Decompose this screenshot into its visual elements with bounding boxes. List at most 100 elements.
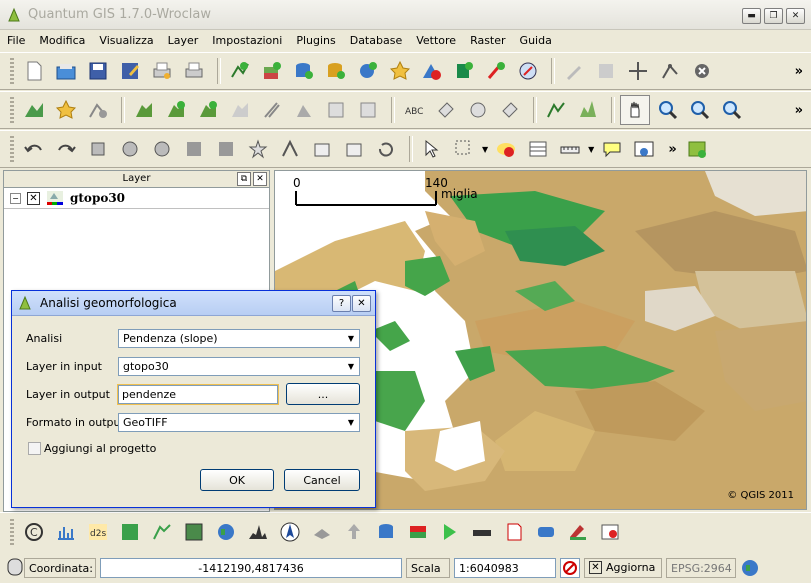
shape-9-icon[interactable] xyxy=(340,135,368,163)
status-mouse-icon[interactable] xyxy=(6,557,24,577)
raster-terrain-icon[interactable] xyxy=(180,518,208,546)
measure-icon[interactable] xyxy=(556,135,584,163)
add-polygon-icon[interactable] xyxy=(130,96,158,124)
merge-features-icon[interactable] xyxy=(290,96,318,124)
add-raster-icon[interactable] xyxy=(258,57,286,85)
move-feature-icon[interactable] xyxy=(624,57,652,85)
chevron-down-icon[interactable]: ▼ xyxy=(345,360,357,373)
add-spatialite-icon[interactable] xyxy=(322,57,350,85)
menu-modifica[interactable]: Modifica xyxy=(32,31,92,51)
toggle-editing-icon[interactable] xyxy=(560,57,588,85)
add-wfs-icon[interactable] xyxy=(450,57,478,85)
oracle-georaster-icon[interactable] xyxy=(532,518,560,546)
print-icon[interactable] xyxy=(180,57,208,85)
toolbar-grip[interactable] xyxy=(10,58,14,84)
menu-vettore[interactable]: Vettore xyxy=(409,31,463,51)
save-as-icon[interactable] xyxy=(116,57,144,85)
split-features-icon[interactable] xyxy=(258,96,286,124)
copyright-plugin-icon[interactable]: C xyxy=(20,518,48,546)
rotate-label-icon[interactable] xyxy=(464,96,492,124)
zoom-in-icon[interactable] xyxy=(654,96,682,124)
label-icon[interactable]: ABC xyxy=(400,96,428,124)
pan-hand-icon[interactable] xyxy=(620,95,650,125)
minimize-button[interactable]: ▬ xyxy=(742,8,761,24)
toolbar-overflow-icon[interactable]: » xyxy=(795,64,803,79)
delete-feature-icon[interactable] xyxy=(688,57,716,85)
shape-4-icon[interactable] xyxy=(180,135,208,163)
add-postgis-icon[interactable] xyxy=(290,57,318,85)
identify-icon[interactable] xyxy=(418,135,446,163)
reshape-icon[interactable] xyxy=(354,96,382,124)
simplify-icon[interactable] xyxy=(226,96,254,124)
dxf-icon[interactable] xyxy=(436,518,464,546)
add-wms-icon[interactable] xyxy=(354,57,382,85)
epsg-label[interactable]: EPSG:2964 xyxy=(666,557,736,578)
menu-guida[interactable]: Guida xyxy=(513,31,559,51)
layer-item[interactable]: − ✕ gtopo30 xyxy=(4,188,269,209)
add-line-icon[interactable] xyxy=(84,96,112,124)
move-label-icon[interactable] xyxy=(432,96,460,124)
spit-icon[interactable] xyxy=(372,518,400,546)
add-point-icon[interactable] xyxy=(52,96,80,124)
output-layer-field[interactable]: pendenze xyxy=(117,384,279,405)
menu-layer[interactable]: Layer xyxy=(161,31,206,51)
bar-chart-plugin-icon[interactable] xyxy=(52,518,80,546)
menu-raster[interactable]: Raster xyxy=(463,31,512,51)
analisi-select[interactable]: Pendenza (slope) ▼ xyxy=(118,329,360,348)
dialog-close-button[interactable]: ✕ xyxy=(352,295,371,312)
render-checkbox[interactable]: ✕ xyxy=(589,561,602,574)
menu-database[interactable]: Database xyxy=(343,31,410,51)
shape-5-icon[interactable] xyxy=(212,135,240,163)
close-button[interactable]: ✕ xyxy=(786,8,805,24)
toolbar-grip[interactable] xyxy=(10,136,14,162)
toolbar-grip[interactable] xyxy=(10,518,14,545)
pan-to-selected-icon[interactable] xyxy=(542,96,570,124)
new-project-icon[interactable] xyxy=(20,57,48,85)
zoom-full-icon[interactable] xyxy=(718,96,746,124)
change-label-icon[interactable] xyxy=(496,96,524,124)
annotation-icon[interactable] xyxy=(598,135,626,163)
shape-6-icon[interactable] xyxy=(244,135,272,163)
select-icon[interactable] xyxy=(450,135,478,163)
zoom-out-icon[interactable] xyxy=(686,96,714,124)
print-composer-icon[interactable] xyxy=(148,57,176,85)
new-shapefile-icon[interactable] xyxy=(386,57,414,85)
d2s-plugin-icon[interactable]: d2s xyxy=(84,518,112,546)
zoom-last-icon[interactable] xyxy=(574,96,602,124)
shape-2-icon[interactable] xyxy=(116,135,144,163)
deselect-icon[interactable] xyxy=(492,135,520,163)
cancel-button[interactable]: Cancel xyxy=(284,469,360,491)
maximize-button[interactable]: ❐ xyxy=(764,8,783,24)
photo-icon[interactable] xyxy=(596,518,624,546)
globe-icon[interactable] xyxy=(212,518,240,546)
float-panel-button[interactable]: ⧉ xyxy=(237,172,251,186)
interpolation-icon[interactable] xyxy=(148,518,176,546)
expand-icon[interactable]: − xyxy=(10,192,21,204)
toolbar-overflow-icon[interactable]: » xyxy=(795,103,803,118)
north-arrow-icon[interactable] xyxy=(276,518,304,546)
attribute-table-icon[interactable] xyxy=(524,135,552,163)
stop-render-icon[interactable] xyxy=(560,557,580,578)
mapserver-icon[interactable] xyxy=(500,518,528,546)
gps-icon[interactable] xyxy=(514,57,542,85)
refresh-icon[interactable] xyxy=(372,135,400,163)
add-part-icon[interactable] xyxy=(194,96,222,124)
close-panel-button[interactable]: ✕ xyxy=(253,172,267,186)
offline-editing-icon[interactable] xyxy=(468,518,496,546)
toolbar-grip[interactable] xyxy=(10,97,14,123)
redo-icon[interactable] xyxy=(52,135,80,163)
shape-3-icon[interactable] xyxy=(148,135,176,163)
render-toggle[interactable]: ✕ Aggiorna xyxy=(584,557,662,578)
crs-globe-icon[interactable] xyxy=(740,558,760,578)
open-project-icon[interactable] xyxy=(52,57,80,85)
add-to-project-checkbox[interactable] xyxy=(28,442,41,455)
dialog-help-button[interactable]: ? xyxy=(332,295,351,312)
input-layer-select[interactable]: gtopo30 ▼ xyxy=(118,357,360,376)
help-icon[interactable] xyxy=(630,135,658,163)
rotate-icon[interactable] xyxy=(322,96,350,124)
menu-visualizza[interactable]: Visualizza xyxy=(92,31,160,51)
gps-tools-icon[interactable] xyxy=(482,57,510,85)
menu-impostazioni[interactable]: Impostazioni xyxy=(205,31,289,51)
chevron-down-icon[interactable]: ▼ xyxy=(345,416,357,429)
shape-1-icon[interactable] xyxy=(84,135,112,163)
